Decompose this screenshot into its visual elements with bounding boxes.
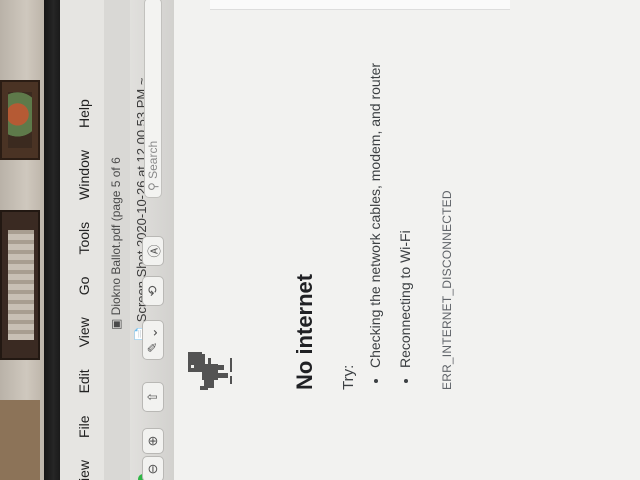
search-field[interactable]: ⚲ Search xyxy=(144,0,162,198)
menu-item-help[interactable]: Help xyxy=(76,87,104,128)
list-item: Reconnecting to Wi-Fi xyxy=(390,63,420,368)
menu-item-app[interactable]: view xyxy=(76,448,104,480)
search-icon: ⚲ xyxy=(146,178,160,191)
menu-item-view[interactable]: View xyxy=(76,305,104,347)
error-code: ERR_INTERNET_DISCONNECTED xyxy=(440,190,454,390)
markup-circle-icon: Ⓐ xyxy=(146,244,162,258)
menu-item-window[interactable]: Window xyxy=(76,138,104,200)
menu-item-tools[interactable]: Tools xyxy=(76,210,104,255)
zoom-out-button[interactable]: ⊖ xyxy=(142,456,164,480)
annotate-button[interactable]: Ⓐ xyxy=(142,236,164,266)
suggestion-list: Checking the network cables, modem, and … xyxy=(360,63,420,390)
pdf-icon: ▣ xyxy=(109,315,123,330)
rotate-icon: ⟲ xyxy=(145,285,160,297)
window-tab-bar: ▣ Diokno Ballot.pdf (page 5 of 6 xyxy=(104,0,130,480)
share-icon: ⇧ xyxy=(145,391,160,403)
menu-bar: view File Edit View Go Tools Window Help xyxy=(60,0,105,480)
picture-frame xyxy=(0,80,40,160)
page-title: No internet xyxy=(292,273,317,390)
rotate-button[interactable]: ⟲ xyxy=(142,276,164,306)
menu-item-go[interactable]: Go xyxy=(76,265,104,296)
zoom-in-button[interactable]: ⊕ xyxy=(142,428,164,454)
markup-button[interactable]: ✎ ⌄ xyxy=(142,320,164,360)
rotated-screen-content: view File Edit View Go Tools Window Help… xyxy=(60,0,640,480)
list-item: Checking the network cables, modem, and … xyxy=(360,63,390,368)
menu-item-edit[interactable]: Edit xyxy=(76,357,104,393)
share-button[interactable]: ⇧ xyxy=(142,382,164,412)
menu-item-file[interactable]: File xyxy=(76,403,104,438)
dino-icon xyxy=(188,352,232,390)
tab-title[interactable]: ▣ Diokno Ballot.pdf (page 5 of 6 xyxy=(109,157,123,330)
picture-frame xyxy=(0,210,40,360)
try-label: Try: xyxy=(340,364,357,390)
magnifier-minus-icon: ⊖ xyxy=(145,463,160,475)
pen-icon: ✎ ⌄ xyxy=(145,327,160,353)
pdf-page-edge xyxy=(210,0,510,10)
wall-object xyxy=(0,400,40,480)
monitor-bezel xyxy=(44,0,60,480)
magnifier-plus-icon: ⊕ xyxy=(145,435,160,447)
monitor-screen: view File Edit View Go Tools Window Help… xyxy=(60,0,640,480)
